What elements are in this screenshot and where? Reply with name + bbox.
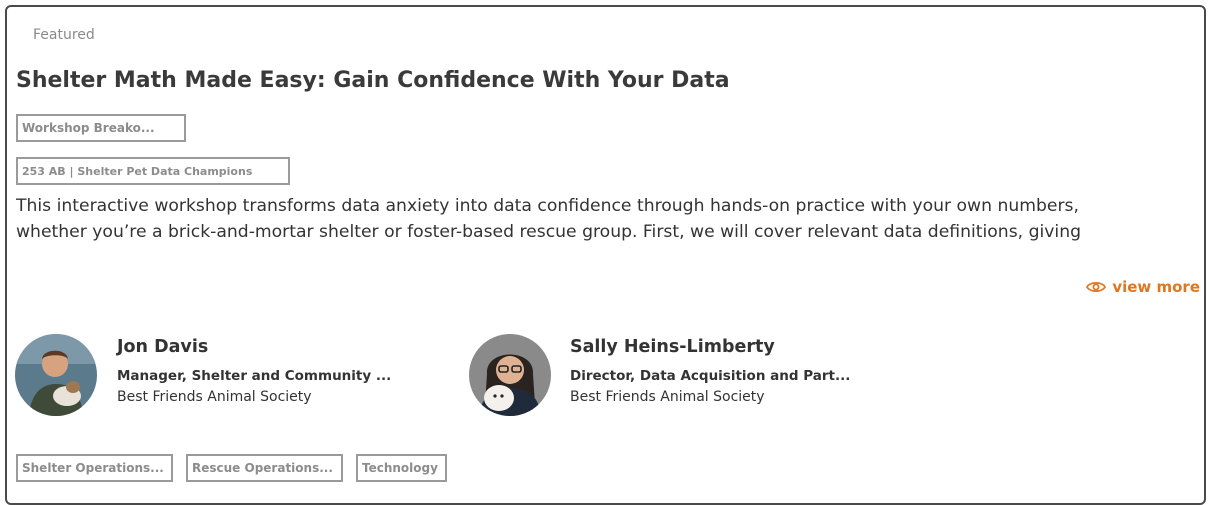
view-more-link[interactable]: view more bbox=[1086, 278, 1200, 296]
speaker-organization: Best Friends Animal Society bbox=[117, 389, 312, 405]
session-description: This interactive workshop transforms dat… bbox=[16, 193, 1201, 249]
featured-label: Featured bbox=[33, 27, 95, 43]
description-line: whether you’re a brick-and-mortar shelte… bbox=[16, 222, 1082, 242]
speaker-card[interactable]: Jon Davis Manager, Shelter and Community… bbox=[15, 334, 455, 418]
eye-icon bbox=[1086, 281, 1107, 293]
speaker-card[interactable]: Sally Heins-Limberty Director, Data Acqu… bbox=[469, 334, 909, 418]
avatar bbox=[469, 334, 551, 416]
view-more-label: view more bbox=[1112, 278, 1200, 296]
speaker-role: Manager, Shelter and Community ... bbox=[117, 368, 392, 384]
session-room-tag[interactable]: 253 AB | Shelter Pet Data Champions bbox=[16, 157, 290, 185]
track-tag-rescue-operations[interactable]: Rescue Operations... bbox=[186, 454, 343, 482]
description-line: This interactive workshop transforms dat… bbox=[16, 196, 1079, 216]
speaker-organization: Best Friends Animal Society bbox=[570, 389, 765, 405]
track-tag-shelter-operations[interactable]: Shelter Operations... bbox=[16, 454, 173, 482]
speaker-name: Sally Heins-Limberty bbox=[570, 337, 775, 357]
speaker-role: Director, Data Acquisition and Part... bbox=[570, 368, 851, 384]
session-type-tag[interactable]: Workshop Breako... bbox=[16, 114, 186, 142]
speaker-name: Jon Davis bbox=[117, 337, 209, 357]
session-title[interactable]: Shelter Math Made Easy: Gain Confidence … bbox=[16, 68, 730, 93]
track-tag-technology[interactable]: Technology bbox=[356, 454, 447, 482]
avatar bbox=[15, 334, 97, 416]
